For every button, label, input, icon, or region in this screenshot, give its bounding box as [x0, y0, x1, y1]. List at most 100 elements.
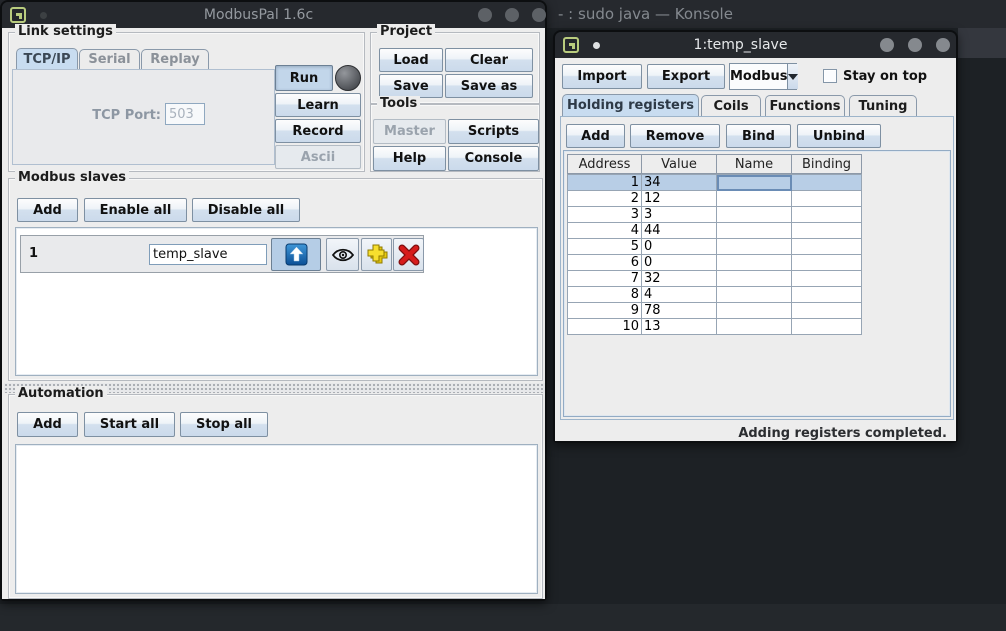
- register-add-button[interactable]: Add: [566, 124, 625, 148]
- cell-val[interactable]: 12: [642, 191, 717, 207]
- run-button[interactable]: Run: [275, 65, 333, 91]
- cell-bind[interactable]: [792, 239, 862, 255]
- save-button[interactable]: Save: [379, 74, 443, 98]
- save-as-button[interactable]: Save as: [445, 74, 533, 98]
- table-row[interactable]: 134: [568, 175, 862, 191]
- cell-addr[interactable]: 2: [568, 191, 642, 207]
- cell-name[interactable]: [717, 191, 792, 207]
- table-row[interactable]: 60: [568, 255, 862, 271]
- cell-bind[interactable]: [792, 303, 862, 319]
- enable-all-button[interactable]: Enable all: [84, 198, 187, 222]
- cell-bind[interactable]: [792, 287, 862, 303]
- slave-name-input[interactable]: [149, 244, 267, 265]
- header-name[interactable]: Name: [716, 154, 792, 174]
- import-button[interactable]: Import: [562, 64, 642, 89]
- clear-button[interactable]: Clear: [445, 48, 533, 72]
- cell-val[interactable]: 4: [642, 287, 717, 303]
- minimize-button[interactable]: [880, 38, 894, 52]
- cell-addr[interactable]: 8: [568, 287, 642, 303]
- stop-all-button[interactable]: Stop all: [180, 412, 268, 437]
- cell-bind[interactable]: [792, 271, 862, 287]
- ascii-button[interactable]: Ascii: [275, 145, 361, 169]
- cell-addr[interactable]: 9: [568, 303, 642, 319]
- slave-delete-button[interactable]: [393, 238, 424, 271]
- header-binding[interactable]: Binding: [791, 154, 862, 174]
- record-button[interactable]: Record: [275, 119, 361, 143]
- cell-addr[interactable]: 10: [568, 319, 642, 335]
- cell-addr[interactable]: 5: [568, 239, 642, 255]
- cell-val[interactable]: 44: [642, 223, 717, 239]
- load-button[interactable]: Load: [379, 48, 443, 72]
- header-address[interactable]: Address: [567, 154, 642, 174]
- cell-val[interactable]: 32: [642, 271, 717, 287]
- learn-button[interactable]: Learn: [275, 93, 361, 117]
- cell-val[interactable]: 0: [642, 255, 717, 271]
- slave-enabled-toggle[interactable]: [271, 238, 321, 271]
- header-value[interactable]: Value: [641, 154, 717, 174]
- disable-all-button[interactable]: Disable all: [192, 198, 300, 222]
- mode-combobox[interactable]: Modbus: [729, 63, 797, 90]
- cell-name[interactable]: [717, 303, 792, 319]
- slave-duplicate-button[interactable]: [361, 238, 392, 271]
- close-button[interactable]: [532, 8, 546, 22]
- table-row[interactable]: 50: [568, 239, 862, 255]
- cell-name[interactable]: [717, 223, 792, 239]
- export-button[interactable]: Export: [647, 64, 725, 89]
- cell-bind[interactable]: [792, 223, 862, 239]
- cell-name[interactable]: [717, 319, 792, 335]
- cell-addr[interactable]: 3: [568, 207, 642, 223]
- table-row[interactable]: 33: [568, 207, 862, 223]
- automation-add-button[interactable]: Add: [17, 412, 78, 437]
- cell-bind[interactable]: [792, 319, 862, 335]
- tab-holding-registers[interactable]: Holding registers: [562, 94, 699, 116]
- maximize-button[interactable]: [505, 8, 519, 22]
- cell-name[interactable]: [717, 271, 792, 287]
- cell-name[interactable]: [717, 287, 792, 303]
- start-all-button[interactable]: Start all: [84, 412, 175, 437]
- cell-addr[interactable]: 7: [568, 271, 642, 287]
- combobox-arrow-button[interactable]: [787, 64, 798, 89]
- scripts-button[interactable]: Scripts: [448, 119, 539, 144]
- cell-val[interactable]: 78: [642, 303, 717, 319]
- tab-functions[interactable]: Functions: [765, 95, 845, 116]
- cell-addr[interactable]: 4: [568, 223, 642, 239]
- tab-replay[interactable]: Replay: [141, 49, 209, 69]
- slave-add-button[interactable]: Add: [17, 198, 78, 222]
- table-row[interactable]: 732: [568, 271, 862, 287]
- cell-val[interactable]: 0: [642, 239, 717, 255]
- tab-coils[interactable]: Coils: [701, 95, 761, 116]
- cell-val[interactable]: 13: [642, 319, 717, 335]
- table-row[interactable]: 212: [568, 191, 862, 207]
- cell-bind[interactable]: [792, 255, 862, 271]
- tcp-port-input[interactable]: [165, 103, 205, 125]
- table-row[interactable]: 84: [568, 287, 862, 303]
- cell-addr[interactable]: 6: [568, 255, 642, 271]
- cell-name[interactable]: [717, 255, 792, 271]
- master-button[interactable]: Master: [373, 119, 446, 144]
- unbind-button[interactable]: Unbind: [797, 124, 881, 148]
- cell-name[interactable]: [717, 175, 792, 191]
- cell-bind[interactable]: [792, 207, 862, 223]
- cell-bind[interactable]: [792, 191, 862, 207]
- close-button[interactable]: [936, 38, 950, 52]
- minimize-button[interactable]: [478, 8, 492, 22]
- table-row[interactable]: 444: [568, 223, 862, 239]
- maximize-button[interactable]: [908, 38, 922, 52]
- help-button[interactable]: Help: [373, 146, 446, 171]
- table-row[interactable]: 1013: [568, 319, 862, 335]
- console-button[interactable]: Console: [448, 146, 539, 171]
- slave-view-button[interactable]: [326, 238, 359, 271]
- table-row[interactable]: 978: [568, 303, 862, 319]
- cell-addr[interactable]: 1: [568, 175, 642, 191]
- cell-val[interactable]: 3: [642, 207, 717, 223]
- cell-name[interactable]: [717, 239, 792, 255]
- tab-tcpip[interactable]: TCP/IP: [16, 48, 78, 69]
- cell-bind[interactable]: [792, 175, 862, 191]
- tab-tuning[interactable]: Tuning: [849, 95, 917, 116]
- register-remove-button[interactable]: Remove: [630, 124, 720, 148]
- tab-serial[interactable]: Serial: [79, 49, 140, 69]
- cell-val[interactable]: 34: [642, 175, 717, 191]
- cell-name[interactable]: [717, 207, 792, 223]
- slave-titlebar[interactable]: 1:temp_slave: [555, 32, 956, 58]
- slave-row[interactable]: 1: [20, 235, 424, 273]
